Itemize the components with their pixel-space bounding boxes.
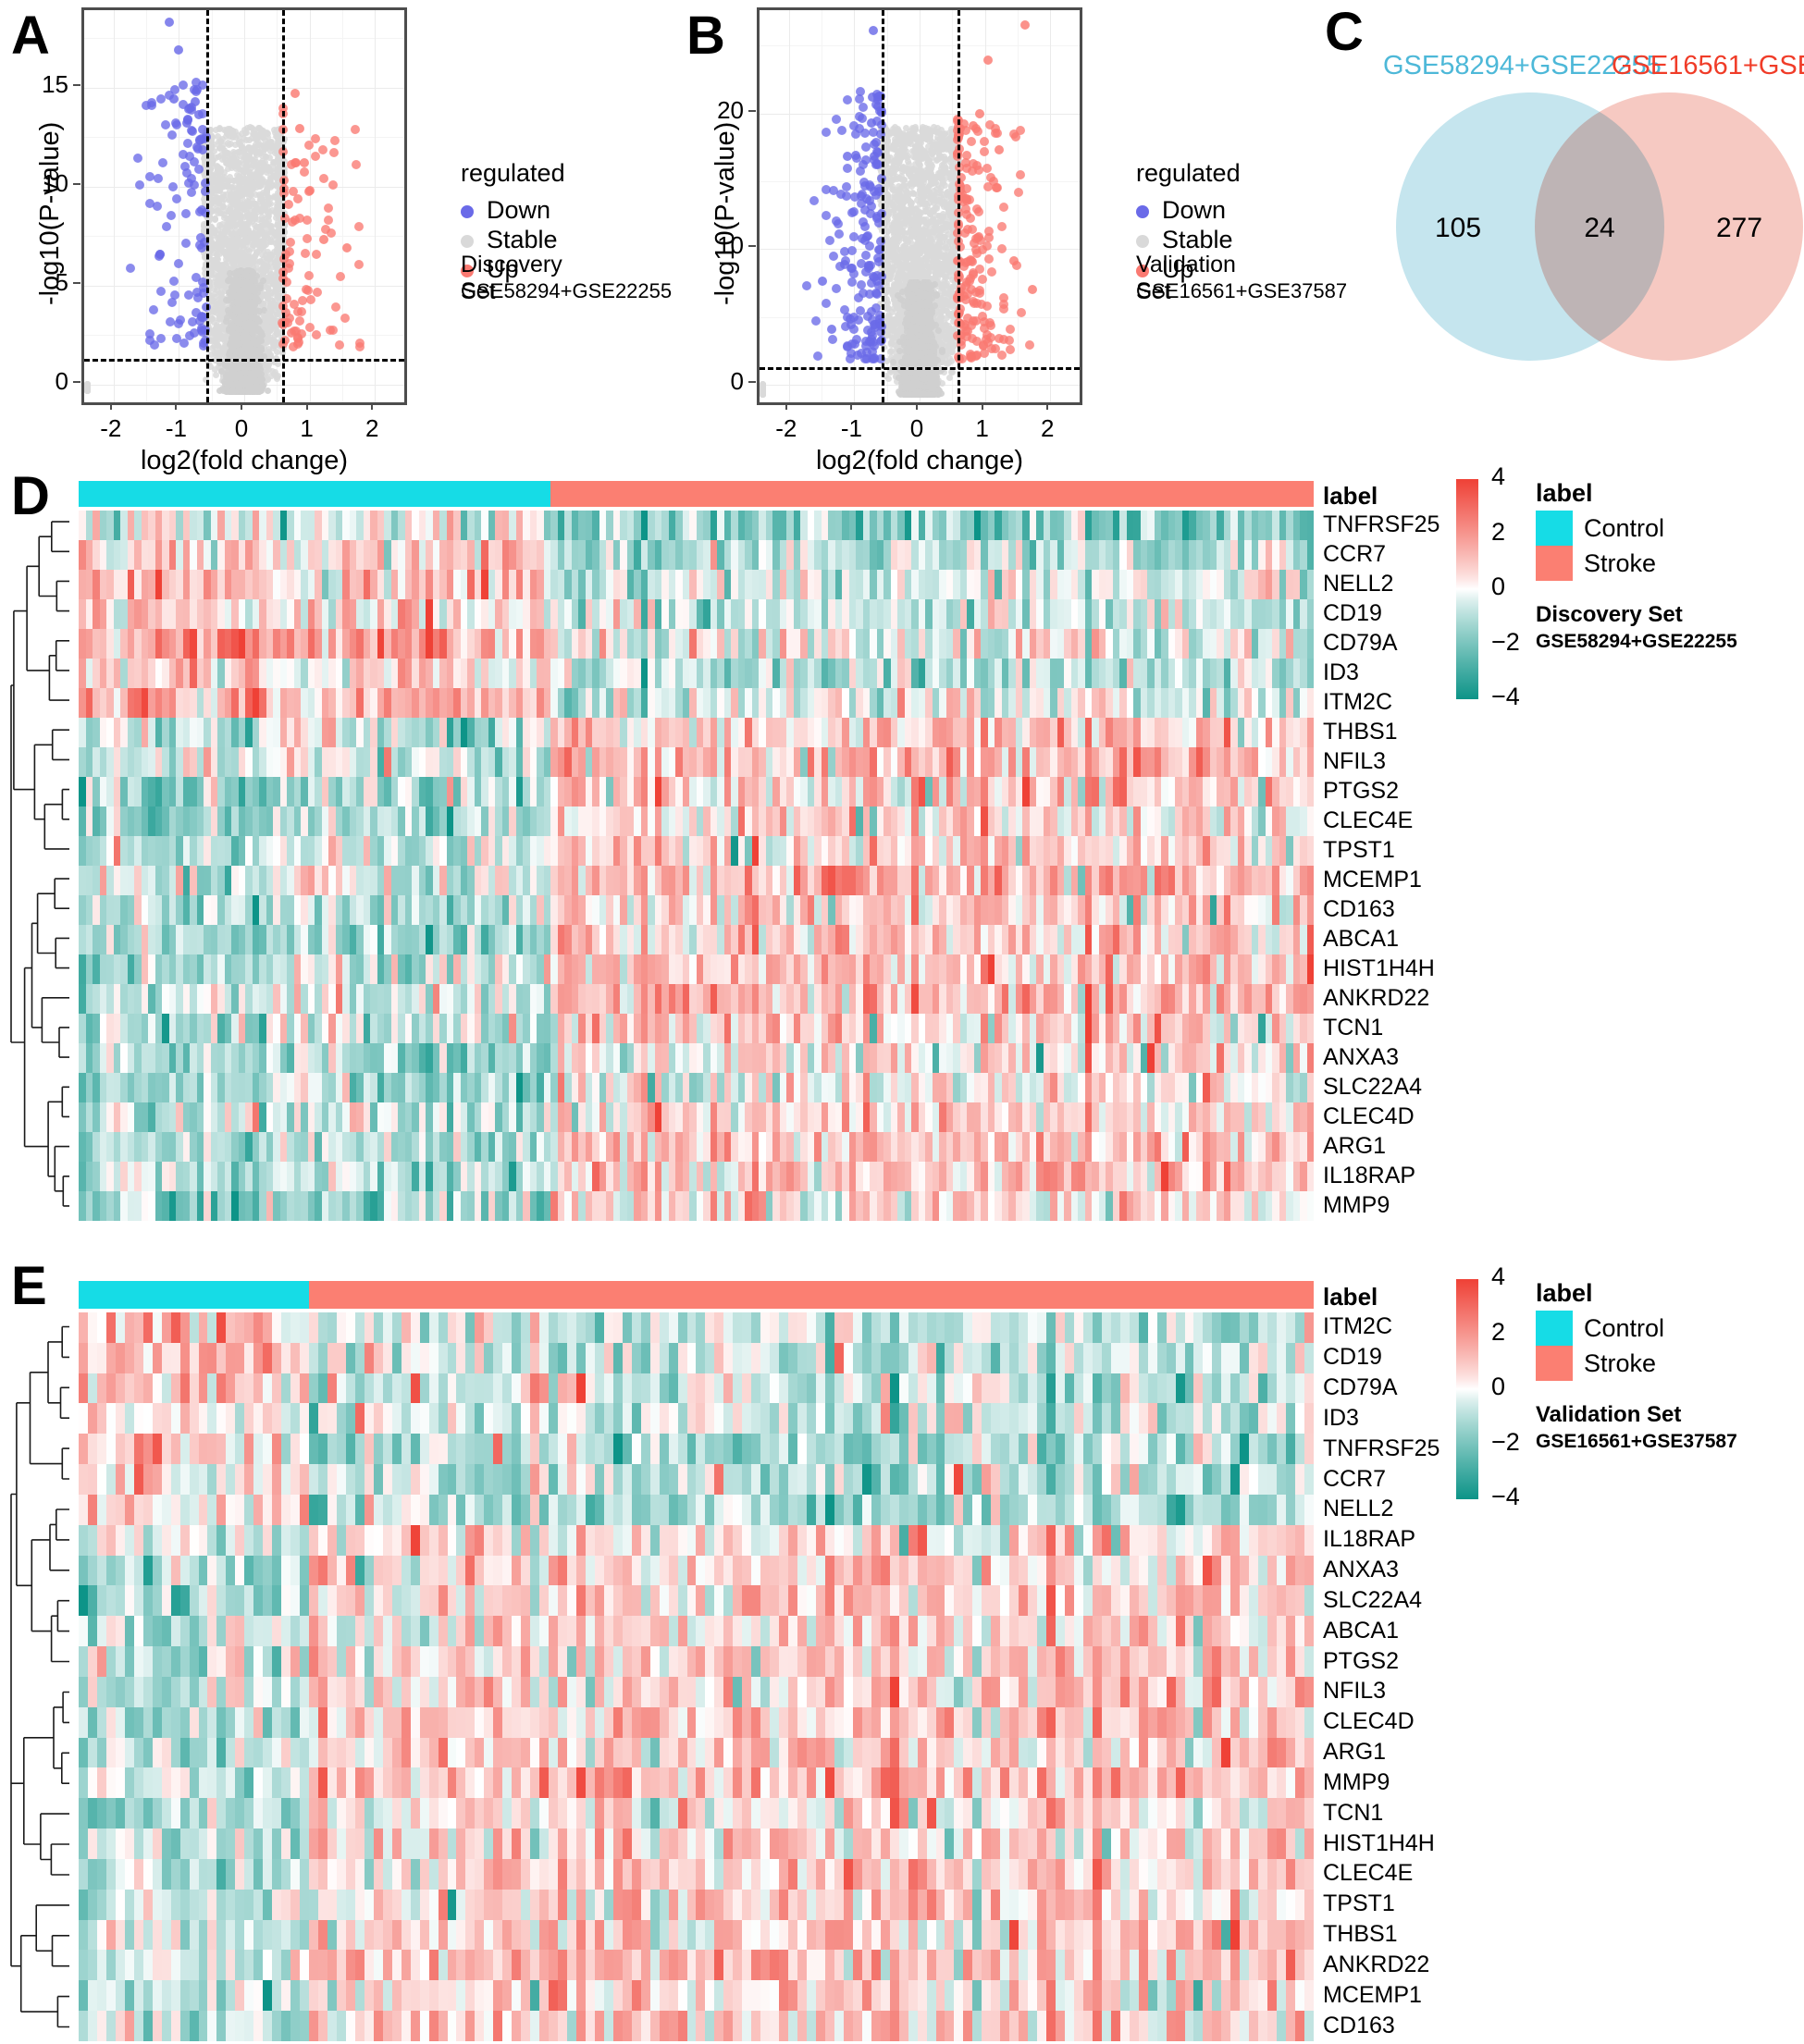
data-point xyxy=(227,173,234,180)
data-point xyxy=(265,387,272,394)
data-point xyxy=(251,215,258,222)
gridline-major xyxy=(375,10,377,402)
data-point xyxy=(258,153,266,160)
data-point xyxy=(215,261,222,268)
data-point xyxy=(207,152,215,159)
data-point xyxy=(252,150,259,157)
data-point xyxy=(242,129,250,136)
data-point xyxy=(231,162,239,169)
data-point xyxy=(228,183,235,191)
data-point xyxy=(84,385,91,392)
data-point xyxy=(268,167,276,175)
data-point xyxy=(223,216,230,224)
plot-area-a xyxy=(81,7,407,405)
data-point xyxy=(219,135,227,142)
gridline-major xyxy=(113,10,115,402)
data-point xyxy=(274,248,281,255)
data-point xyxy=(231,134,239,142)
panel-letter-a: A xyxy=(11,6,50,66)
data-point xyxy=(258,175,266,182)
data-point xyxy=(241,252,249,260)
data-point xyxy=(215,343,222,351)
gridline-major xyxy=(309,10,311,402)
data-point xyxy=(213,251,220,258)
data-point xyxy=(244,228,252,235)
data-point xyxy=(264,187,271,194)
data-point xyxy=(244,215,252,222)
data-point xyxy=(253,240,260,247)
data-point xyxy=(259,265,266,272)
data-point xyxy=(229,252,236,260)
data-point xyxy=(254,162,262,169)
data-point xyxy=(217,175,225,182)
data-point xyxy=(259,213,266,220)
data-point xyxy=(215,169,222,177)
data-point xyxy=(250,200,257,207)
data-point xyxy=(230,222,238,229)
data-point xyxy=(226,142,233,149)
data-point xyxy=(229,197,237,204)
data-point xyxy=(238,143,245,151)
data-point xyxy=(263,219,270,227)
data-point xyxy=(232,214,240,221)
data-point xyxy=(210,297,217,304)
data-point xyxy=(273,174,280,181)
data-point xyxy=(275,373,282,380)
data-point xyxy=(265,143,272,151)
